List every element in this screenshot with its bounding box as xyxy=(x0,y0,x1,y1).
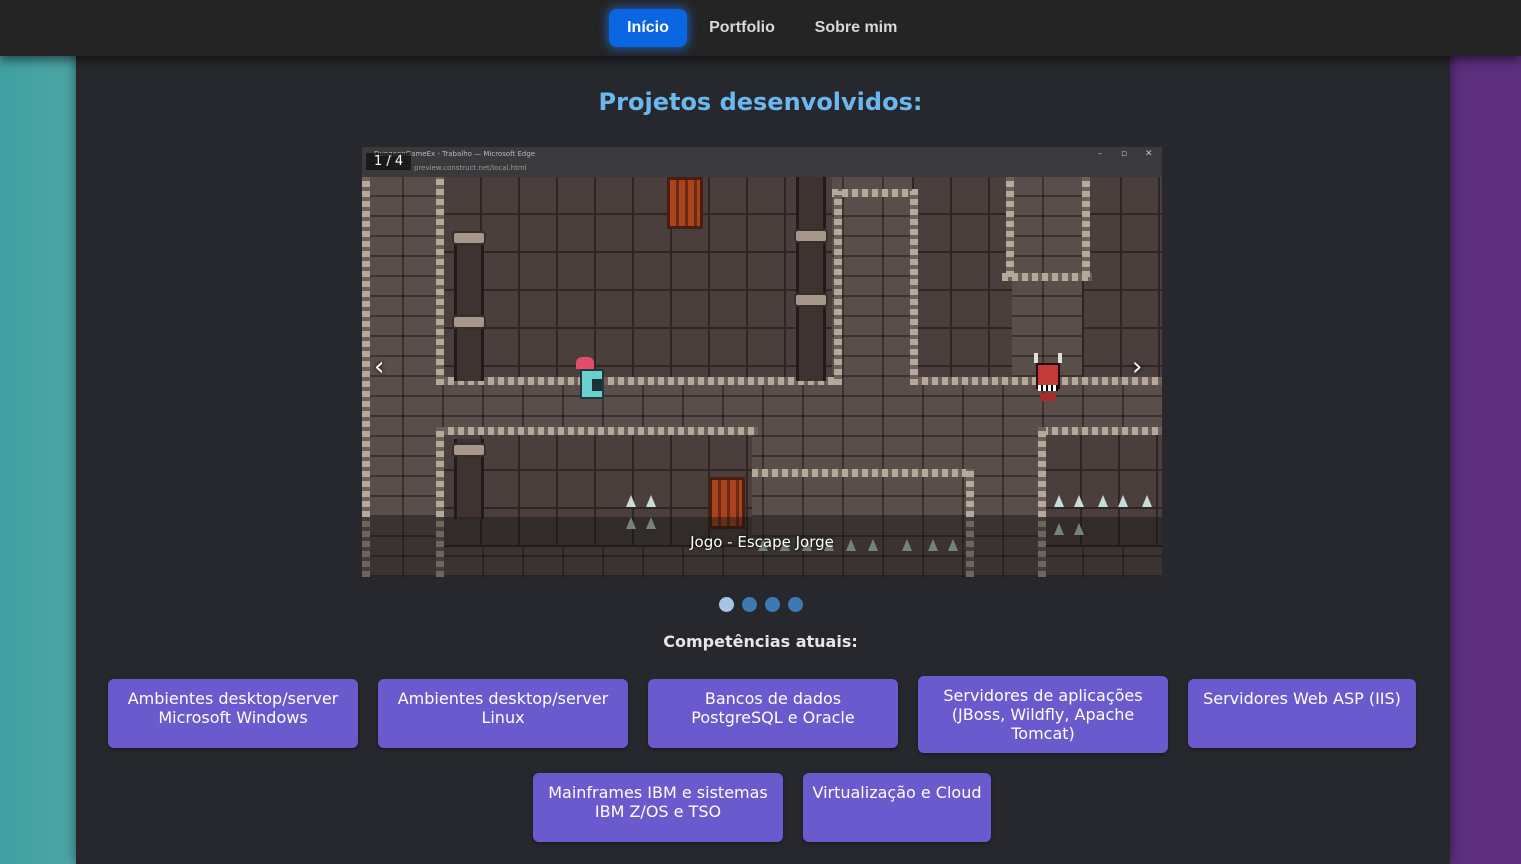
game-room xyxy=(1082,177,1162,377)
screenshot-window-url: preview.construct.net/local.html xyxy=(414,164,527,172)
game-wall xyxy=(910,191,918,385)
carousel-dots xyxy=(0,597,1521,616)
game-pillar xyxy=(796,177,826,381)
game-spike xyxy=(1074,495,1084,507)
slide-counter: 1 / 4 xyxy=(366,153,412,170)
minimize-icon: – xyxy=(1098,149,1103,159)
game-room xyxy=(912,177,1012,377)
game-ledge xyxy=(752,469,972,477)
game-spike xyxy=(1118,495,1128,507)
game-room xyxy=(442,177,832,377)
game-door xyxy=(667,177,703,229)
game-wall xyxy=(1006,177,1014,277)
skill-card: Virtualização e Cloud xyxy=(803,773,991,842)
game-ledge xyxy=(832,189,918,197)
prev-slide-icon[interactable]: ‹ xyxy=(374,352,384,382)
carousel-dot-1[interactable] xyxy=(718,597,734,612)
right-decor-band xyxy=(1449,0,1521,864)
skill-card: Servidores Web ASP (IIS) xyxy=(1188,679,1416,748)
nav-sobre-mim[interactable]: Sobre mim xyxy=(806,9,906,47)
carousel-dot-2[interactable] xyxy=(741,597,757,612)
game-spike xyxy=(1098,495,1108,507)
carousel-dot-3[interactable] xyxy=(764,597,780,612)
nav-inicio[interactable]: Início xyxy=(609,9,687,47)
demon-sprite xyxy=(1034,351,1062,403)
project-carousel: DungeonGameEx - Trabalho — Microsoft Edg… xyxy=(362,147,1162,577)
game-spike xyxy=(1142,495,1152,507)
skill-card: Mainframes IBM e sistemas IBM Z/OS e TSO xyxy=(533,773,783,842)
game-wall xyxy=(834,191,842,385)
game-pillar-cap xyxy=(452,315,486,329)
game-ledge xyxy=(438,427,758,435)
close-icon: ✕ xyxy=(1145,149,1153,159)
slide-caption: Jogo - Escape Jorge xyxy=(690,533,834,551)
next-slide-icon[interactable]: › xyxy=(1132,352,1142,382)
game-pillar-cap xyxy=(794,229,828,243)
screenshot-window-bar: DungeonGameEx - Trabalho — Microsoft Edg… xyxy=(362,147,1162,177)
game-wall xyxy=(1082,177,1090,277)
nav-portfolio[interactable]: Portfolio xyxy=(700,9,784,47)
game-pillar xyxy=(454,231,484,381)
top-navbar: Início Portfolio Sobre mim xyxy=(0,0,1521,56)
game-spike xyxy=(646,495,656,507)
skill-card: Bancos de dados PostgreSQL e Oracle xyxy=(648,679,898,748)
left-decor-band xyxy=(0,0,76,864)
page-title: Projetos desenvolvidos: xyxy=(598,88,923,116)
game-spike xyxy=(1054,495,1064,507)
game-ledge xyxy=(1042,427,1162,435)
game-pillar-cap xyxy=(452,231,486,245)
skill-card: Ambientes desktop/server Microsoft Windo… xyxy=(108,679,358,748)
skills-title: Competências atuais: xyxy=(663,632,858,651)
game-pillar-cap xyxy=(794,293,828,307)
maximize-icon: ▫ xyxy=(1121,149,1128,159)
skill-card: Servidores de aplicações (JBoss, Wildfly… xyxy=(918,676,1168,753)
game-ledge xyxy=(1002,273,1092,281)
game-ledge xyxy=(438,377,834,385)
skill-card: Ambientes desktop/server Linux xyxy=(378,679,628,748)
carousel-dot-4[interactable] xyxy=(787,597,803,612)
knight-sprite xyxy=(576,357,606,403)
game-wall xyxy=(436,177,444,385)
game-pillar-cap xyxy=(452,443,486,457)
game-spike xyxy=(626,495,636,507)
